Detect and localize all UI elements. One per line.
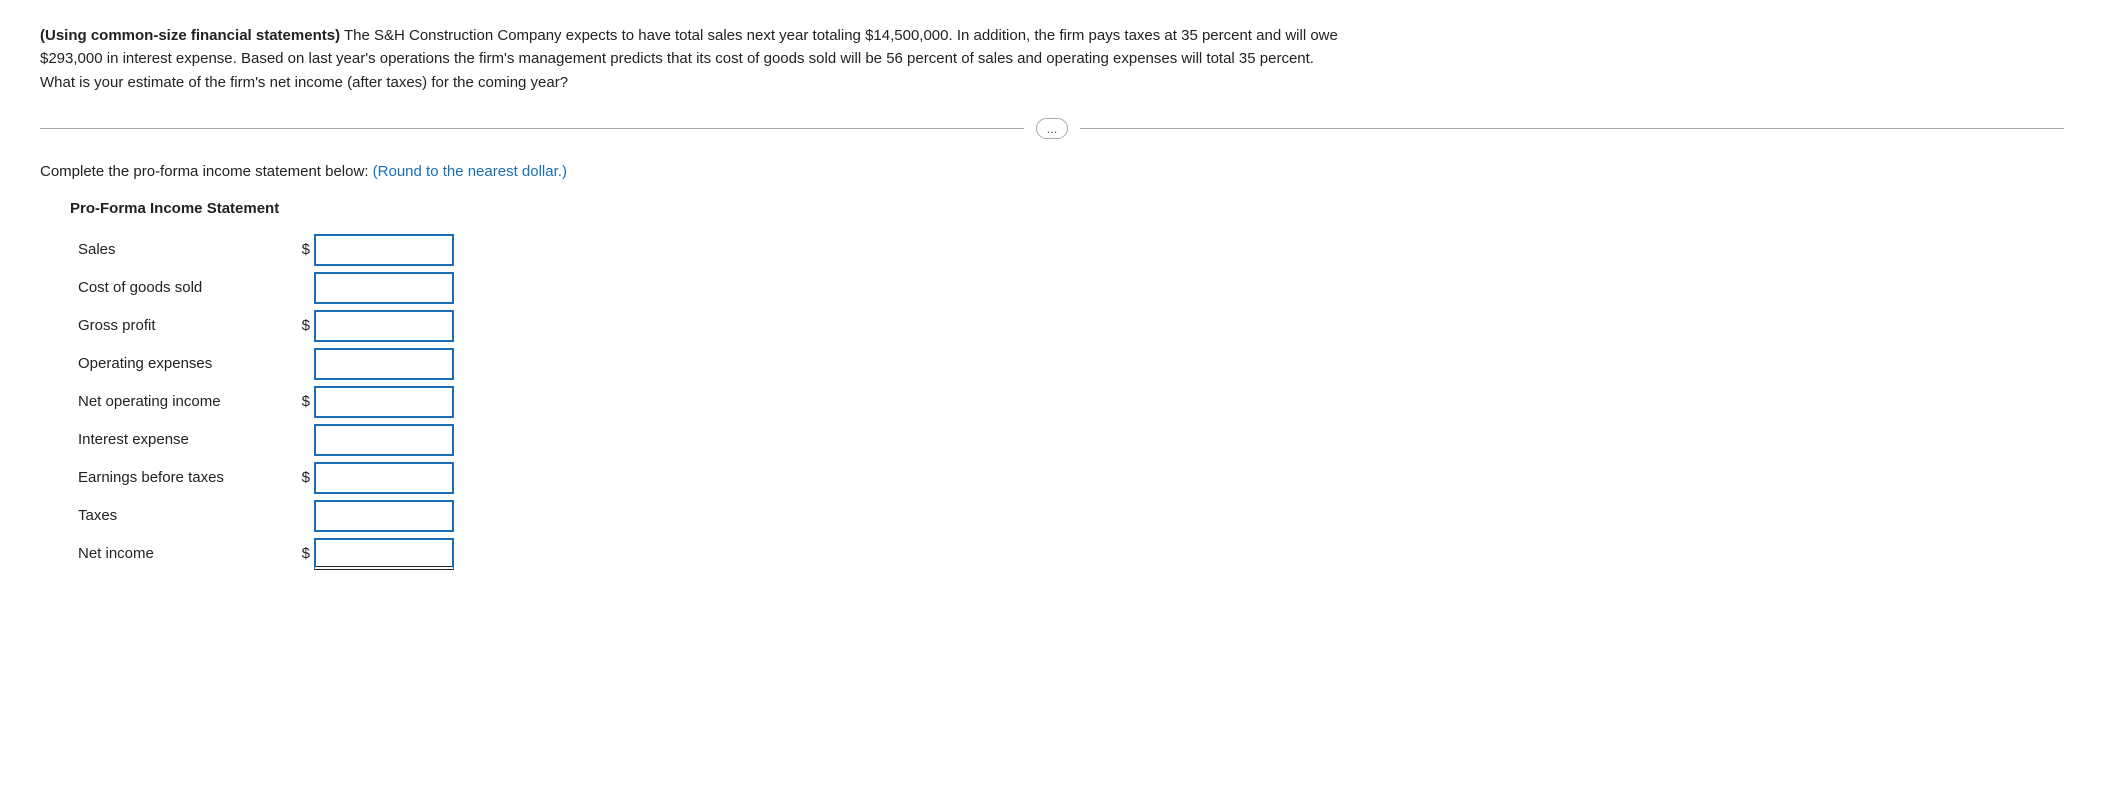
input-cell[interactable] xyxy=(314,307,454,345)
dollar-sign xyxy=(290,269,314,307)
round-note: (Round to the nearest dollar.) xyxy=(373,163,567,180)
input-cell[interactable] xyxy=(314,231,454,269)
input-cell[interactable] xyxy=(314,269,454,307)
divider: ... xyxy=(40,118,2064,139)
row-label: Taxes xyxy=(70,497,290,535)
table-row: Net operating income$ xyxy=(70,383,454,421)
row-label: Sales xyxy=(70,231,290,269)
statement-title: Pro-Forma Income Statement xyxy=(70,200,2064,217)
divider-line-left xyxy=(40,128,1024,129)
table-row: Earnings before taxes$ xyxy=(70,459,454,497)
input-cell[interactable] xyxy=(314,459,454,497)
table-row: Gross profit$ xyxy=(70,307,454,345)
input-cost-of-goods-sold[interactable] xyxy=(314,272,454,304)
dollar-sign: $ xyxy=(290,459,314,497)
table-row: Taxes xyxy=(70,497,454,535)
input-interest-expense[interactable] xyxy=(314,424,454,456)
row-label: Net income xyxy=(70,535,290,573)
income-table: Sales$Cost of goods soldGross profit$Ope… xyxy=(70,231,454,573)
dollar-sign xyxy=(290,421,314,459)
table-row: Net income$ xyxy=(70,535,454,573)
row-label: Gross profit xyxy=(70,307,290,345)
divider-line-right xyxy=(1080,128,2064,129)
input-taxes[interactable] xyxy=(314,500,454,532)
dollar-sign: $ xyxy=(290,231,314,269)
row-label: Interest expense xyxy=(70,421,290,459)
row-label: Operating expenses xyxy=(70,345,290,383)
input-operating-expenses[interactable] xyxy=(314,348,454,380)
input-cell[interactable] xyxy=(314,497,454,535)
input-gross-profit[interactable] xyxy=(314,310,454,342)
question-text: (Using common-size financial statements)… xyxy=(40,24,1340,94)
input-earnings-before-taxes[interactable] xyxy=(314,462,454,494)
question-bold-prefix: (Using common-size financial statements) xyxy=(40,27,340,44)
instruction-label: Complete the pro-forma income statement … xyxy=(40,163,373,180)
dollar-sign xyxy=(290,497,314,535)
input-cell[interactable] xyxy=(314,383,454,421)
table-row: Interest expense xyxy=(70,421,454,459)
row-label: Net operating income xyxy=(70,383,290,421)
row-label: Earnings before taxes xyxy=(70,459,290,497)
input-cell[interactable] xyxy=(314,345,454,383)
input-cell[interactable] xyxy=(314,535,454,573)
input-sales[interactable] xyxy=(314,234,454,266)
table-row: Operating expenses xyxy=(70,345,454,383)
divider-dots: ... xyxy=(1036,118,1069,139)
input-net-operating-income[interactable] xyxy=(314,386,454,418)
dollar-sign: $ xyxy=(290,307,314,345)
instruction-text: Complete the pro-forma income statement … xyxy=(40,163,2064,180)
table-row: Sales$ xyxy=(70,231,454,269)
dollar-sign: $ xyxy=(290,535,314,573)
input-net-income[interactable] xyxy=(314,538,454,570)
table-row: Cost of goods sold xyxy=(70,269,454,307)
dollar-sign xyxy=(290,345,314,383)
dollar-sign: $ xyxy=(290,383,314,421)
input-cell[interactable] xyxy=(314,421,454,459)
row-label: Cost of goods sold xyxy=(70,269,290,307)
